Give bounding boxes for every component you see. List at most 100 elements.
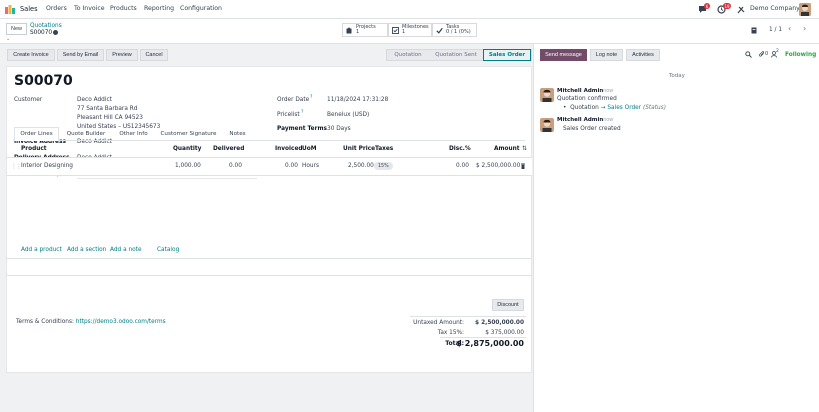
row-divider bbox=[7, 175, 532, 176]
pricelist-help-icon[interactable]: ? bbox=[301, 110, 303, 115]
record-title: S00070 bbox=[14, 73, 73, 89]
tax-tag[interactable]: 15% bbox=[374, 162, 393, 170]
customer-address-line-1: 77 Santa Barbara Rd bbox=[77, 106, 138, 112]
row-unit-price[interactable]: 2,500.00 bbox=[348, 163, 374, 169]
stage-quotation-sent[interactable]: Quotation Sent bbox=[429, 49, 483, 61]
preview-button[interactable]: Preview bbox=[106, 49, 138, 61]
add-product-link[interactable]: Add a product bbox=[21, 247, 62, 253]
menu-products[interactable]: Products bbox=[110, 5, 137, 12]
company-name[interactable]: Demo Company bbox=[750, 5, 800, 12]
col-invoiced[interactable]: Invoiced bbox=[275, 146, 303, 152]
check-icon bbox=[436, 27, 443, 34]
add-note-link[interactable]: Add a note bbox=[110, 247, 142, 253]
row-delivered[interactable]: 0.00 bbox=[229, 163, 242, 169]
pager-previous-icon[interactable]: ‹ bbox=[788, 24, 791, 33]
message-time: - now bbox=[600, 118, 614, 123]
row-uom[interactable]: Hours bbox=[302, 163, 319, 169]
tab-order-lines[interactable]: Order Lines bbox=[14, 127, 59, 141]
followers-count: 2 bbox=[776, 49, 779, 54]
apps-menu-icon[interactable] bbox=[5, 5, 15, 14]
add-section-link[interactable]: Add a section bbox=[67, 247, 106, 253]
message-author[interactable]: Mitchell Admin bbox=[557, 88, 603, 94]
optional-columns-icon[interactable]: ⇅ bbox=[522, 145, 527, 152]
message-avatar bbox=[540, 88, 554, 102]
cancel-button[interactable]: Cancel bbox=[140, 49, 168, 61]
add-links-divider bbox=[7, 258, 532, 259]
breadcrumb-quotations[interactable]: Quotations bbox=[30, 23, 62, 29]
col-delivered[interactable]: Delivered bbox=[213, 146, 244, 152]
pager-next-icon[interactable]: › bbox=[803, 24, 806, 33]
breadcrumb-parent[interactable]: Quotations bbox=[30, 23, 62, 29]
tab-other-info[interactable]: Other Info bbox=[113, 127, 154, 141]
table-row[interactable] bbox=[7, 158, 532, 175]
form-sheet bbox=[6, 66, 532, 373]
tab-notes[interactable]: Notes bbox=[223, 127, 252, 141]
projects-count: 1 bbox=[356, 29, 360, 35]
total-divider bbox=[440, 337, 526, 338]
row-discount[interactable]: 0.00 bbox=[456, 163, 469, 169]
col-quantity[interactable]: Quantity bbox=[173, 146, 201, 152]
company-switch-icon[interactable] bbox=[737, 5, 745, 14]
tab-customer-signature[interactable]: Customer Signature bbox=[155, 127, 222, 141]
activity-badge: 19 bbox=[723, 3, 731, 9]
drag-handle-icon[interactable]: ⋮⋮ bbox=[11, 163, 22, 170]
catalog-link[interactable]: Catalog bbox=[157, 247, 179, 253]
menu-to-invoice[interactable]: To Invoice bbox=[74, 5, 105, 12]
app-name[interactable]: Sales bbox=[20, 5, 38, 13]
delete-row-trash-icon[interactable] bbox=[521, 163, 525, 169]
col-amount[interactable]: Amount bbox=[494, 146, 520, 152]
log-note-button[interactable]: Log note bbox=[590, 49, 623, 61]
message-time: - now bbox=[600, 89, 614, 94]
message-time-value: now bbox=[603, 118, 614, 123]
smart-button-milestones[interactable]: Milestones 1 bbox=[388, 23, 432, 37]
customer-name[interactable]: Deco Addict bbox=[77, 97, 112, 103]
pricelist-field[interactable]: Benelux (USD) bbox=[327, 112, 369, 118]
order-date-field[interactable]: 11/18/2024 17:31:28 bbox=[327, 97, 388, 103]
following-toggle[interactable]: Following bbox=[785, 52, 816, 58]
payment-terms-field[interactable]: 30 Days bbox=[327, 126, 351, 132]
col-product[interactable]: Product bbox=[21, 146, 47, 152]
terms-link[interactable]: https://demo3.odoo.com/terms bbox=[76, 319, 166, 325]
new-button[interactable]: New bbox=[6, 23, 27, 35]
col-uom[interactable]: UoM bbox=[302, 146, 316, 152]
col-discount[interactable]: Disc.% bbox=[449, 146, 471, 152]
pager-value[interactable]: 1 / 1 bbox=[769, 27, 782, 33]
send-by-email-button[interactable]: Send by Email bbox=[57, 49, 104, 61]
attachment-paperclip-icon[interactable] bbox=[751, 27, 757, 34]
breadcrumb-current: S00070 bbox=[30, 30, 53, 36]
save-indicator-icon[interactable]: ⌄ bbox=[6, 36, 10, 42]
activities-button[interactable]: Activities bbox=[626, 49, 660, 61]
menu-configuration[interactable]: Configuration bbox=[180, 5, 222, 12]
row-quantity[interactable]: 1,000.00 bbox=[175, 163, 201, 169]
order-date-label: Order Date bbox=[277, 97, 310, 103]
quotation-template-field[interactable] bbox=[77, 178, 257, 179]
message-author[interactable]: Mitchell Admin bbox=[557, 117, 603, 123]
pricelist-label: Pricelist bbox=[277, 112, 300, 118]
chat-badge: 6 bbox=[704, 3, 710, 9]
col-taxes[interactable]: Taxes bbox=[375, 146, 393, 152]
row-invoiced: 0.00 bbox=[285, 163, 298, 169]
tab-quote-builder[interactable]: Quote Builder bbox=[60, 127, 112, 141]
order-date-help-icon[interactable]: ? bbox=[310, 95, 312, 100]
tracking-field: (Status) bbox=[642, 105, 666, 111]
table-bottom-divider bbox=[7, 275, 532, 276]
untaxed-amount-value: $ 2,500,000.00 bbox=[475, 320, 524, 326]
col-unit-price[interactable]: Unit Price bbox=[343, 146, 375, 152]
control-panel: New Quotations S00070 ⌄ Projects 1 Milest… bbox=[0, 19, 819, 44]
smart-button-tasks[interactable]: Tasks 0 / 1 (0%) bbox=[432, 23, 477, 37]
tax-value: $ 375,000.00 bbox=[485, 330, 524, 336]
discount-button[interactable]: Discount bbox=[492, 299, 524, 311]
stage-quotation[interactable]: Quotation bbox=[387, 49, 429, 61]
menu-orders[interactable]: Orders bbox=[46, 5, 67, 12]
row-product[interactable]: Interior Designing bbox=[21, 163, 73, 169]
untaxed-amount-label: Untaxed Amount: bbox=[413, 320, 464, 326]
search-icon[interactable] bbox=[745, 51, 752, 58]
menu-reporting[interactable]: Reporting bbox=[144, 5, 174, 12]
user-avatar[interactable] bbox=[799, 3, 811, 16]
send-message-button[interactable]: Send message bbox=[540, 49, 587, 61]
settings-gear-icon[interactable] bbox=[53, 30, 58, 35]
smart-button-projects[interactable]: Projects 1 bbox=[342, 23, 388, 37]
stage-sales-order[interactable]: Sales Order bbox=[483, 49, 531, 61]
terms-conditions: Terms & Conditions: https://demo3.odoo.c… bbox=[16, 319, 166, 325]
create-invoice-button[interactable]: Create Invoice bbox=[7, 49, 55, 61]
